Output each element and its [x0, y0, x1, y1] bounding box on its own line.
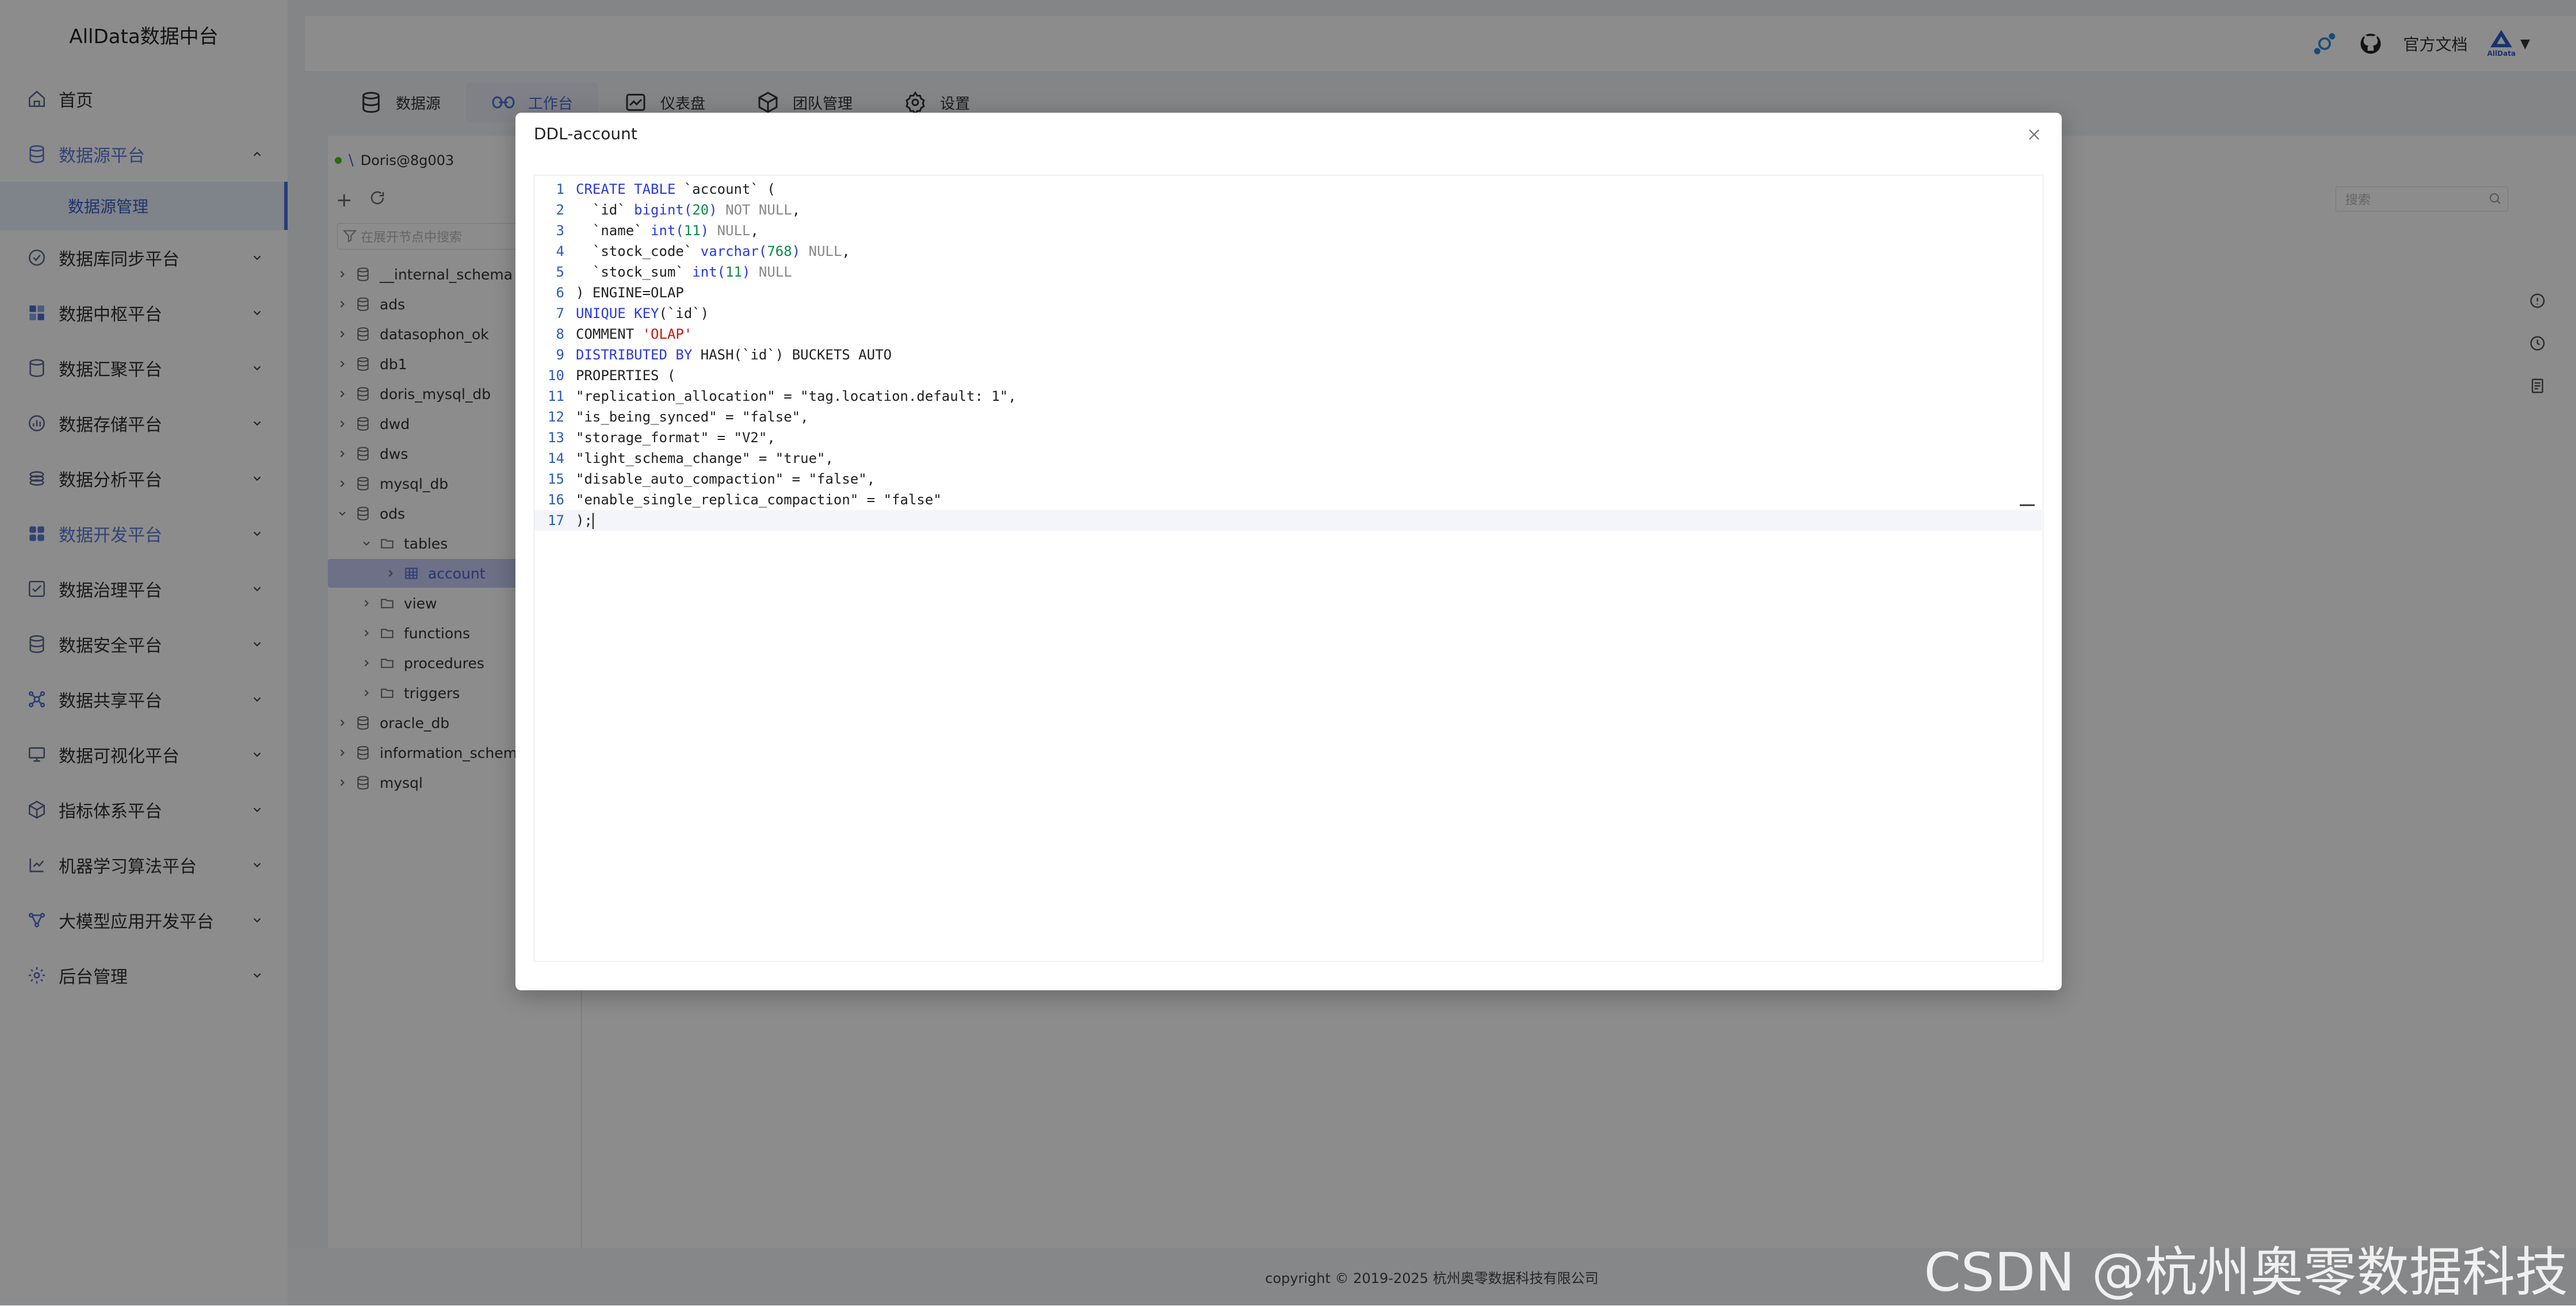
line-number: 12: [548, 409, 564, 425]
line-number: 2: [556, 202, 564, 218]
code-text: DISTRIBUTED BY HASH(`id`) BUCKETS AUTO: [576, 347, 892, 363]
code-line: 14 "light_schema_change" = "true",: [534, 448, 2042, 469]
close-icon[interactable]: [2023, 123, 2046, 146]
code-line: 3 `name` int(11) NULL,: [534, 220, 2042, 241]
code-line: 13 "storage_format" = "V2",: [534, 427, 2042, 448]
line-number: 4: [556, 243, 564, 259]
code-text: CREATE TABLE `account` (: [576, 181, 775, 197]
line-number: 5: [556, 264, 564, 280]
code-text: ) ENGINE=OLAP: [576, 285, 684, 301]
ddl-code-editor[interactable]: 1 CREATE TABLE `account` ( 2 `id` bigint(2…: [534, 175, 2043, 962]
code-line: 8 COMMENT 'OLAP': [534, 324, 2042, 344]
line-number: 15: [548, 471, 564, 487]
line-number: 13: [548, 430, 564, 446]
code-text: "is_being_synced" = "false",: [576, 409, 809, 425]
code-text: `stock_sum` int(11) NULL: [576, 264, 792, 280]
code-text: "disable_auto_compaction" = "false",: [576, 471, 876, 487]
code-text: "replication_allocation" = "tag.location…: [576, 388, 1016, 404]
code-line: 11 "replication_allocation" = "tag.locati…: [534, 386, 2042, 407]
code-line: 16 "enable_single_replica_compaction" = "…: [534, 489, 2042, 510]
code-text: `name` int(11) NULL,: [576, 223, 759, 239]
code-text: UNIQUE KEY(`id`): [576, 305, 709, 321]
line-number: 17: [548, 512, 564, 528]
code-line: 12 "is_being_synced" = "false",: [534, 407, 2042, 427]
line-number: 1: [556, 181, 564, 197]
code-text: COMMENT 'OLAP': [576, 326, 693, 342]
code-line: 5 `stock_sum` int(11) NULL: [534, 262, 2042, 282]
line-number: 6: [556, 285, 564, 301]
line-number: 8: [556, 326, 564, 342]
code-line: 15 "disable_auto_compaction" = "false",: [534, 469, 2042, 489]
line-number: 10: [548, 367, 564, 384]
line-number: 3: [556, 223, 564, 239]
line-number: 11: [548, 388, 564, 404]
code-text: );: [576, 512, 594, 529]
code-line: 10 PROPERTIES (: [534, 365, 2042, 386]
line-number: 14: [548, 450, 564, 466]
code-text: PROPERTIES (: [576, 367, 676, 384]
code-line: 9 DISTRIBUTED BY HASH(`id`) BUCKETS AUTO: [534, 344, 2042, 365]
line-number: 9: [556, 347, 564, 363]
scroll-marker: [2020, 504, 2035, 506]
watermark: CSDN @杭州奥零数据科技: [1924, 1242, 2568, 1303]
ddl-modal: DDL-account 1 CREATE TABLE `account` ( 2 `…: [515, 113, 2062, 990]
code-text: `stock_code` varchar(768) NULL,: [576, 243, 850, 259]
code-line: 17);: [534, 510, 2042, 531]
code-text: "enable_single_replica_compaction" = "fa…: [576, 492, 942, 508]
line-number: 16: [548, 492, 564, 508]
code-line: 6 ) ENGINE=OLAP: [534, 282, 2042, 303]
line-number: 7: [556, 305, 564, 321]
text-cursor: [592, 512, 594, 529]
code-line: 2 `id` bigint(20) NOT NULL,: [534, 200, 2042, 220]
code-line: 7 UNIQUE KEY(`id`): [534, 303, 2042, 324]
modal-title: DDL-account: [534, 124, 637, 143]
code-text: "storage_format" = "V2",: [576, 430, 775, 446]
code-text: "light_schema_change" = "true",: [576, 450, 834, 466]
code-line: 4 `stock_code` varchar(768) NULL,: [534, 241, 2042, 262]
code-text: `id` bigint(20) NOT NULL,: [576, 202, 801, 218]
code-line: 1 CREATE TABLE `account` (: [534, 179, 2042, 200]
